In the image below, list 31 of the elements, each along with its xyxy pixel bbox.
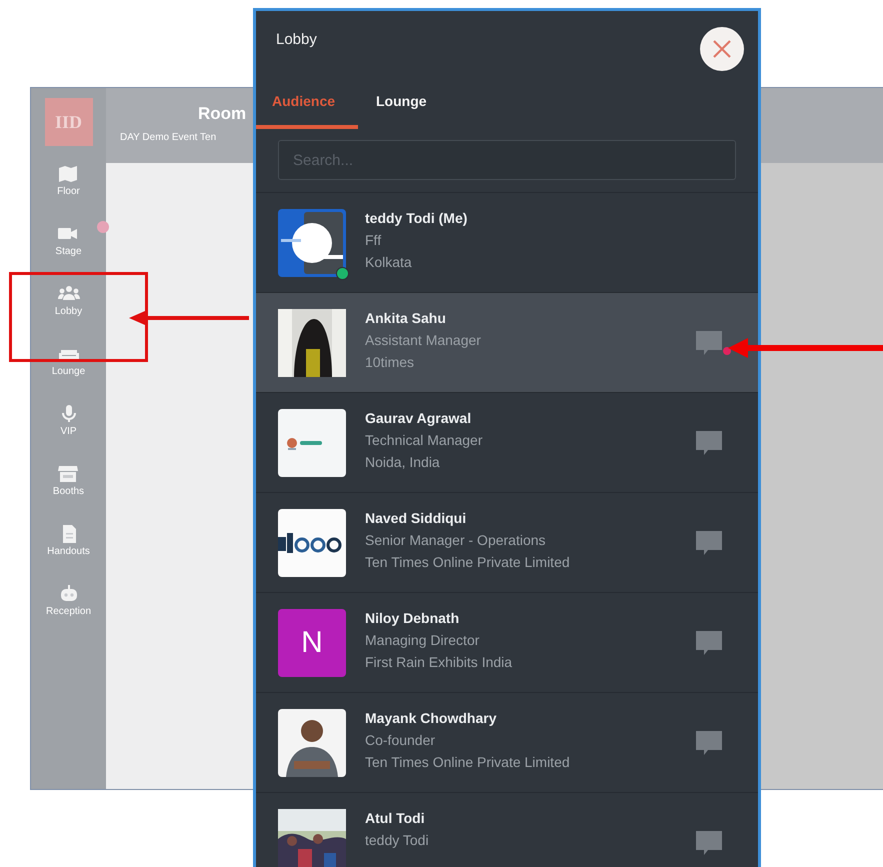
sidebar-item[interactable]: Stage	[55, 224, 82, 284]
sidebar-label: Booths	[52, 486, 84, 497]
sidebar-label: Lobby	[54, 306, 82, 317]
sidebar-item[interactable]: Lobby	[54, 284, 82, 344]
sidebar-item[interactable]: Booths	[52, 464, 84, 524]
chat-icon	[695, 829, 723, 857]
panel-title: Lobby	[276, 31, 317, 48]
attendee-title: teddy Todi	[365, 832, 430, 848]
sidebar-item[interactable]: Lounge	[52, 344, 86, 404]
sidebar-label: Handouts	[47, 546, 90, 557]
sidebar-item[interactable]: Floor	[57, 164, 80, 224]
sidebar-label: Floor	[57, 186, 80, 197]
map-icon	[57, 164, 80, 183]
tab[interactable]: Audience	[256, 63, 358, 129]
sidebar-label: Lounge	[52, 366, 86, 377]
tab[interactable]: Lounge	[358, 63, 443, 129]
sidebar-label: Stage	[55, 246, 82, 257]
store-icon	[57, 464, 80, 483]
arrow-icon	[728, 337, 883, 359]
event-logo: IID	[44, 98, 92, 146]
sidebar-item[interactable]: Handouts	[47, 524, 90, 584]
close-button[interactable]	[700, 27, 744, 71]
event-subtitle: DAY Demo Event Ten	[120, 132, 218, 143]
attendee-name: Atul Todi	[365, 810, 426, 826]
room-title: Room	[198, 104, 248, 124]
sidebar-label: Reception	[46, 606, 92, 617]
close-icon	[712, 39, 732, 59]
people-icon	[58, 284, 80, 303]
sidebar-item[interactable]: VIP	[58, 404, 80, 464]
sidebar-label: VIP	[60, 426, 77, 437]
sidebar-item[interactable]: Reception	[46, 584, 92, 644]
